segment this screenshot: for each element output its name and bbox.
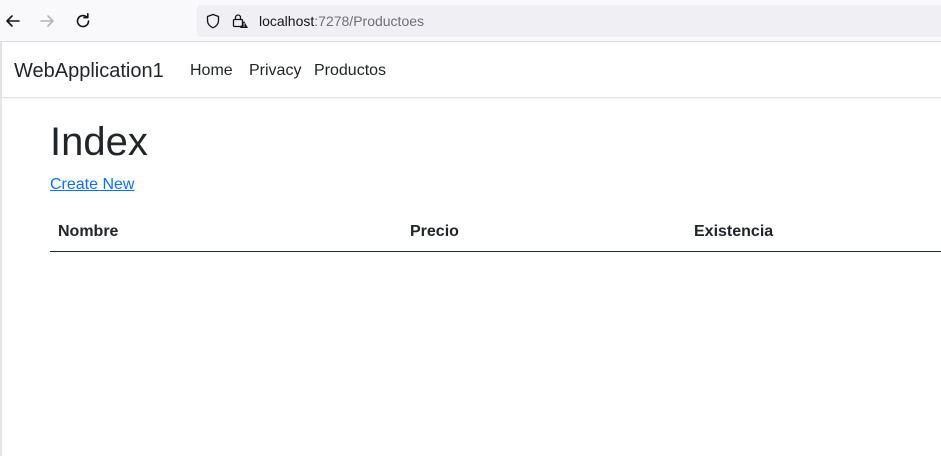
nav-link-privacy[interactable]: Privacy xyxy=(249,61,301,81)
arrow-right-icon xyxy=(40,15,54,27)
products-table: Nombre Precio Existencia xyxy=(50,214,941,252)
table-header: Nombre Precio Existencia xyxy=(50,214,941,252)
reload-button[interactable] xyxy=(70,8,96,34)
column-header-nombre: Nombre xyxy=(50,214,402,252)
nav-link-home[interactable]: Home xyxy=(190,61,233,81)
table-header-row: Nombre Precio Existencia xyxy=(50,214,941,252)
shield-icon[interactable] xyxy=(205,13,221,29)
site-navbar: WebApplication1 Home Privacy Productos xyxy=(2,42,941,98)
reload-icon xyxy=(76,13,90,28)
url-text[interactable]: localhost:7278/Productoes xyxy=(259,13,424,29)
browser-toolbar: localhost:7278/Productoes xyxy=(0,0,941,42)
url-host: localhost xyxy=(259,13,315,29)
column-header-precio: Precio xyxy=(402,214,686,252)
page-viewport: WebApplication1 Home Privacy Productos I… xyxy=(0,42,941,456)
forward-button[interactable] xyxy=(34,8,60,34)
back-button[interactable] xyxy=(0,8,26,34)
lock-warning-icon[interactable] xyxy=(231,12,249,30)
create-new-link[interactable]: Create New xyxy=(50,175,134,195)
navbar-brand[interactable]: WebApplication1 xyxy=(14,59,164,83)
nav-link-productos[interactable]: Productos xyxy=(314,61,386,81)
address-bar[interactable]: localhost:7278/Productoes xyxy=(197,5,941,37)
column-header-existencia: Existencia xyxy=(686,214,941,252)
arrow-left-icon xyxy=(6,15,20,27)
url-path: :7278/Productoes xyxy=(314,13,425,29)
page-title: Index xyxy=(50,120,148,164)
